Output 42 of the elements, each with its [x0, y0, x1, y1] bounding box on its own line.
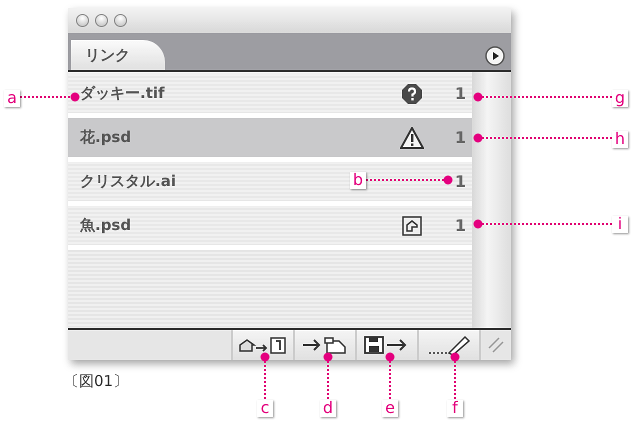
- callout-label: d: [320, 400, 336, 417]
- link-name: 魚.psd: [80, 216, 132, 235]
- relink-icon: [238, 335, 288, 355]
- leader-line: [386, 352, 394, 400]
- minimize-icon[interactable]: [95, 14, 108, 27]
- relink-button[interactable]: [231, 330, 293, 360]
- go-to-link-button[interactable]: [293, 330, 355, 360]
- callout-label: c: [257, 400, 273, 417]
- arrow-page-icon: [301, 335, 349, 355]
- leader-line: [260, 352, 270, 400]
- link-name: クリスタル.ai: [80, 172, 176, 191]
- callout-label: g: [612, 90, 628, 107]
- link-count: 1: [454, 172, 466, 191]
- embedded-icon: [402, 216, 422, 236]
- link-row[interactable]: 花.psd 1: [68, 118, 472, 162]
- resize-grip-icon[interactable]: [487, 336, 505, 354]
- panel-tab[interactable]: リンク: [71, 40, 165, 70]
- leader-line: [20, 92, 80, 102]
- link-row[interactable]: ダッキー.tif 1: [68, 74, 472, 118]
- link-count: 1: [454, 128, 466, 147]
- zoom-icon[interactable]: [114, 14, 127, 27]
- link-name: ダッキー.tif: [80, 84, 165, 103]
- link-row[interactable]: 魚.psd 1: [68, 206, 472, 250]
- figure-caption: 〔図01〕: [64, 372, 128, 391]
- callout-label: e: [382, 400, 398, 417]
- warning-icon: [400, 126, 424, 148]
- update-link-button[interactable]: [355, 330, 417, 360]
- callout-label: b: [350, 172, 366, 189]
- callout-label: i: [612, 216, 628, 233]
- leader-line: [324, 352, 332, 400]
- link-name: 花.psd: [80, 128, 132, 147]
- callout-label: a: [4, 90, 20, 107]
- leader-line: [450, 352, 460, 400]
- link-count: 1: [454, 84, 466, 103]
- scrollbar-track[interactable]: [472, 72, 511, 328]
- panel-menu-icon[interactable]: [485, 46, 505, 66]
- callout-label: h: [612, 131, 628, 148]
- close-icon[interactable]: [76, 14, 89, 27]
- link-count: 1: [454, 216, 466, 235]
- edit-original-button[interactable]: [417, 330, 479, 360]
- question-icon: [401, 82, 423, 104]
- callout-label: f: [447, 400, 463, 417]
